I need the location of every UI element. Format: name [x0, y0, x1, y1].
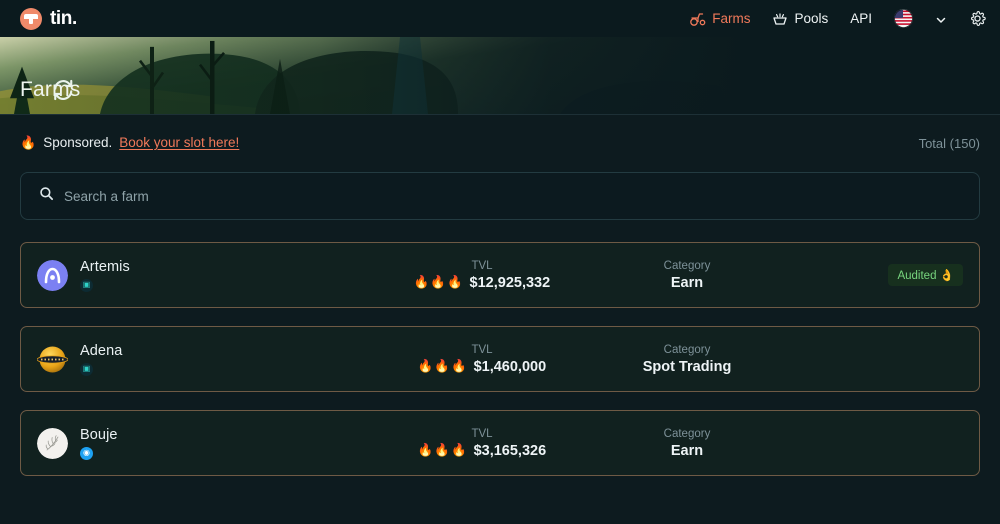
forest-illustration [0, 37, 1000, 114]
search-input[interactable] [64, 189, 961, 204]
farm-name: Adena [80, 343, 122, 359]
audit-cell: Audited 👌 [888, 264, 963, 286]
gear-icon[interactable] [969, 10, 986, 27]
tvl-cell: TVL 🔥🔥🔥 $12,925,332 [367, 260, 597, 291]
sponsor-row: 🔥 Sponsored. Book your slot here! Total … [20, 115, 980, 167]
mushroom-logo-icon [20, 8, 42, 30]
search-bar[interactable] [20, 172, 980, 220]
category-header: Category [664, 260, 711, 272]
brand-name: tin. [50, 8, 77, 30]
brand-logo[interactable]: tin. [20, 8, 77, 30]
tractor-icon [690, 12, 706, 26]
tvl-value-line: 🔥🔥🔥 $3,165,326 [418, 443, 546, 459]
chevron-down-icon[interactable] [935, 13, 947, 25]
tvl-cell: TVL 🔥🔥🔥 $1,460,000 [367, 344, 597, 375]
artemis-avatar [37, 260, 68, 291]
category-cell: Category Spot Trading [597, 344, 777, 375]
fire-rating-icon: 🔥🔥🔥 [418, 443, 468, 458]
refresh-icon[interactable] [90, 82, 107, 99]
search-icon [39, 186, 54, 206]
tvl-value: $12,925,332 [470, 275, 551, 291]
nav-item-pools[interactable]: Pools [772, 11, 828, 26]
farm-name: Bouje [80, 427, 118, 443]
total-count: Total (150) [919, 136, 980, 151]
table-row[interactable]: Artemis ▣ TVL 🔥🔥🔥 $12,925,332 Category E… [20, 242, 980, 308]
category-header: Category [664, 428, 711, 440]
tvl-value-line: 🔥🔥🔥 $12,925,332 [414, 275, 550, 291]
fire-rating-icon: 🔥🔥🔥 [414, 275, 464, 290]
sponsor-message: 🔥 Sponsored. Book your slot here! [20, 135, 239, 151]
main-content: 🔥 Sponsored. Book your slot here! Total … [0, 115, 1000, 476]
sponsored-label: Sponsored. [43, 135, 112, 150]
us-flag-icon[interactable] [894, 9, 913, 28]
category-value: Earn [671, 443, 703, 459]
hero-banner: Farms [0, 37, 1000, 115]
bouje-avatar [37, 428, 68, 459]
farm-identity: Adena ▣ [37, 343, 367, 376]
hero-title-group: Farms [20, 78, 107, 102]
tvl-value-line: 🔥🔥🔥 $1,460,000 [418, 359, 546, 375]
tvl-cell: TVL 🔥🔥🔥 $3,165,326 [367, 428, 597, 459]
nav-item-farms-label: Farms [712, 11, 750, 26]
tvl-header: TVL [471, 344, 492, 356]
nav-item-api-label: API [850, 11, 872, 26]
nav-item-farms[interactable]: Farms [690, 11, 750, 26]
tvl-header: TVL [471, 260, 492, 272]
adena-avatar [37, 344, 68, 375]
chain-badge-teal: ▣ [80, 279, 93, 292]
category-header: Category [664, 344, 711, 356]
fire-rating-icon: 🔥🔥🔥 [418, 359, 468, 374]
fire-icon: 🔥 [20, 135, 36, 151]
tvl-value: $1,460,000 [474, 359, 547, 375]
chain-badge-blue: ◉ [80, 447, 93, 460]
status-badge: Audited 👌 [888, 264, 963, 286]
farm-name-block: Bouje ◉ [80, 427, 118, 460]
farm-identity: Bouje ◉ [37, 427, 367, 460]
category-value: Spot Trading [643, 359, 732, 375]
farm-list: Artemis ▣ TVL 🔥🔥🔥 $12,925,332 Category E… [20, 242, 980, 476]
nav-item-api[interactable]: API [850, 11, 872, 26]
nav-links: Farms Pools API [690, 9, 986, 28]
tvl-header: TVL [471, 428, 492, 440]
category-cell: Category Earn [597, 260, 777, 291]
table-row[interactable]: Adena ▣ TVL 🔥🔥🔥 $1,460,000 Category Spot… [20, 326, 980, 392]
pool-icon [772, 12, 788, 26]
farm-identity: Artemis ▣ [37, 259, 367, 292]
farm-name: Artemis [80, 259, 130, 275]
farm-name-block: Artemis ▣ [80, 259, 130, 292]
tvl-value: $3,165,326 [474, 443, 547, 459]
top-navbar: tin. Farms Pools A [0, 0, 1000, 37]
book-slot-link[interactable]: Book your slot here! [119, 135, 239, 150]
category-value: Earn [671, 275, 703, 291]
nav-item-pools-label: Pools [794, 11, 828, 26]
farm-name-block: Adena ▣ [80, 343, 122, 376]
table-row[interactable]: Bouje ◉ TVL 🔥🔥🔥 $3,165,326 Category Earn [20, 410, 980, 476]
chain-badge-teal: ▣ [80, 363, 93, 376]
category-cell: Category Earn [597, 428, 777, 459]
